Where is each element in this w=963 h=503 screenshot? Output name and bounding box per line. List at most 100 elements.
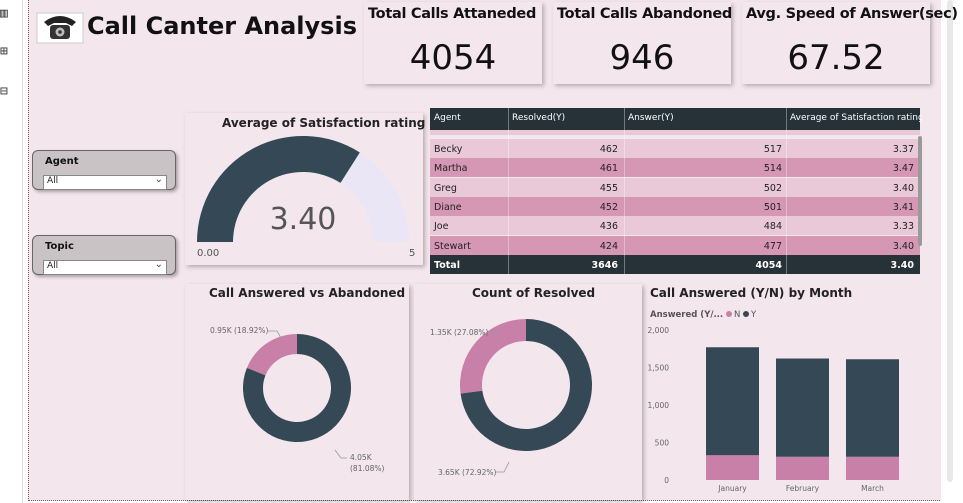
legend-swatch-y [743,311,749,317]
cell-resolved: 462 [599,144,618,155]
agent-slicer[interactable]: Agent All ⌄ [32,150,176,190]
bar-n-february[interactable] [776,456,829,480]
chevron-down-icon: ⌄ [154,174,163,185]
total-label: Total [434,260,460,271]
column-header-resolved[interactable]: Resolved(Y) [512,113,565,123]
cell-agent: Joe [434,221,449,233]
cell-satisfaction: 3.33 [892,221,914,233]
column-header-satisfaction[interactable]: Average of Satisfaction rating [790,113,922,123]
agent-table[interactable]: Agent Resolved(Y) Answer(Y) Average of S… [430,108,922,274]
donut2-label-n: 1.35K (27.08%) [430,328,489,337]
bar-chart-icon[interactable]: ▥ [0,6,8,21]
legend-swatch-n [726,311,732,317]
monthly-bar-chart[interactable]: Answered (Y/... N Y 0 500 1,000 1,500 2,000 Janu… [645,302,935,498]
cell-answer: 501 [763,201,782,213]
cell-resolved: 452 [599,201,618,213]
chevron-down-icon: ⌄ [154,259,163,270]
y-tick-label: 1,000 [648,401,670,410]
answered-donut-chart[interactable]: 0.95K (18.92%) 4.05K (81.08%) [185,300,409,500]
slicer-label: Agent [45,156,79,167]
legend-title: Answered (Y/... [650,310,723,320]
bar-y-march[interactable] [846,359,899,457]
slicer-label: Topic [45,241,74,252]
total-resolved: 3646 [591,260,618,271]
kpi-card-avg-speed: Avg. Speed of Answer(sec) 67.52 [742,2,958,84]
cell-satisfaction: 3.40 [892,240,914,252]
cell-satisfaction: 3.41 [892,201,914,213]
cell-resolved: 436 [599,221,618,233]
donut1-title: Call Answered vs Abandoned [209,286,406,300]
cell-agent: Greg [434,182,457,194]
donut1-label-y-pct: (81.08%) [350,464,385,473]
cell-agent: Diane [434,201,462,213]
bar-y-january[interactable] [706,347,759,456]
cell-resolved: 424 [599,240,618,252]
total-answer: 4054 [755,260,782,271]
leader-line [496,461,510,473]
bar-n-march[interactable] [846,456,899,480]
table-row[interactable]: Greg 455 502 3.40 [430,177,920,197]
cell-resolved: 455 [599,182,618,194]
gauge-max-label: 5 [409,248,415,259]
cell-agent: Becky [434,144,463,155]
slicer-value: All [47,261,59,271]
table-icon[interactable]: ⊞ [0,44,8,59]
slicer-value: All [47,176,59,186]
cell-satisfaction: 3.47 [892,163,914,175]
leader-line [267,330,282,339]
cell-answer: 514 [763,163,782,175]
vertical-scrollbar[interactable] [941,0,963,503]
topic-slicer[interactable]: Topic All ⌄ [32,235,176,275]
donut-slice-N[interactable] [246,334,297,376]
legend-label-y: Y [750,310,757,320]
page-title: Call Canter Analysis [87,12,357,40]
donut2-title: Count of Resolved [472,286,596,300]
cell-satisfaction: 3.40 [892,182,914,194]
table-total-row: Total 3646 4054 3.40 [430,255,920,274]
left-toolbar: ▥ ⊞ ⊟ [0,0,23,503]
model-icon[interactable]: ⊟ [0,84,8,99]
cell-answer: 477 [763,240,782,252]
x-tick-label: January [717,484,747,493]
telephone-icon [36,12,84,44]
x-tick-label: February [786,484,820,493]
resolved-donut-chart[interactable]: 1.35K (27.08%) 3.65K (72.92%) [414,300,642,500]
kpi-label: Total Calls Attaneded [368,6,537,22]
table-row-partial [430,130,920,135]
bar-title: Call Answered (Y/N) by Month [650,286,853,300]
agent-dropdown[interactable]: All ⌄ [43,174,167,190]
kpi-card-total-calls: Total Calls Attaneded 4054 [364,2,542,84]
cell-satisfaction: 3.37 [892,144,914,155]
column-header-answer[interactable]: Answer(Y) [628,113,674,123]
kpi-value: 67.52 [787,38,885,78]
table-scrollbar[interactable] [918,136,922,246]
bar-n-january[interactable] [706,455,759,480]
table-header: Agent Resolved(Y) Answer(Y) Average of S… [430,108,922,130]
legend-label-n: N [734,310,740,320]
y-tick-label: 500 [655,439,670,448]
donut1-label-y-value: 4.05K [350,453,373,462]
table-row[interactable]: Becky 462 517 3.37 [430,139,920,158]
y-tick-label: 0 [664,476,669,485]
kpi-label: Total Calls Abandoned [557,6,732,22]
x-tick-label: March [861,484,884,493]
kpi-label: Avg. Speed of Answer(sec) [746,6,958,22]
table-row[interactable]: Martha 461 514 3.47 [430,158,920,178]
column-header-agent[interactable]: Agent [434,113,461,123]
gauge-chart[interactable]: 3.40 0.00 5 [185,128,423,265]
donut2-label-y: 3.65K (72.92%) [438,468,497,477]
topic-dropdown[interactable]: All ⌄ [43,259,167,275]
cell-answer: 502 [763,182,782,194]
kpi-value: 4054 [409,38,497,78]
gauge-min-label: 0.00 [197,248,219,259]
table-row[interactable]: Diane 452 501 3.41 [430,196,920,216]
bar-y-february[interactable] [776,358,829,457]
cell-answer: 517 [763,144,782,155]
table-row[interactable]: Stewart 424 477 3.40 [430,235,920,255]
table-row[interactable]: Joe 436 484 3.33 [430,216,920,236]
y-tick-label: 2,000 [648,326,670,335]
gauge-value-label: 3.40 [270,202,337,237]
kpi-value: 946 [609,38,675,78]
kpi-card-abandoned: Total Calls Abandoned 946 [553,2,732,84]
leader-line [334,449,347,459]
